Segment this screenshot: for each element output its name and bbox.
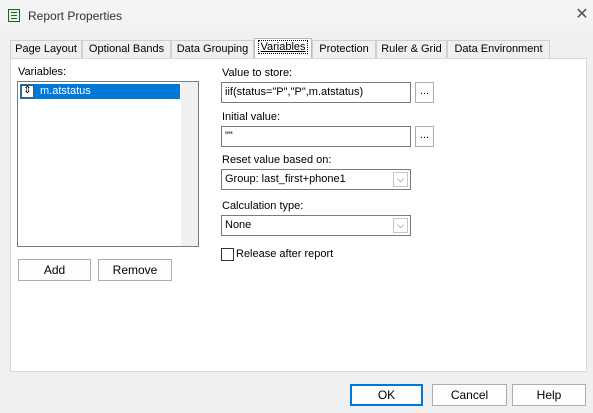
tab-data-grouping[interactable]: Data Grouping: [171, 40, 254, 58]
variables-label: Variables:: [18, 66, 67, 78]
remove-button[interactable]: Remove: [98, 259, 172, 281]
tab-optional-bands[interactable]: Optional Bands: [82, 40, 171, 58]
list-item-label: m.atstatus: [40, 85, 91, 97]
help-button[interactable]: Help: [512, 384, 586, 406]
window-title: Report Properties: [28, 9, 123, 23]
tab-variables[interactable]: Variables: [254, 38, 312, 58]
tab-variables-label: Variables: [258, 40, 308, 54]
initial-value-label: Initial value:: [222, 111, 281, 123]
release-after-report-checkbox[interactable]: [221, 248, 234, 261]
list-scrollbar[interactable]: [181, 82, 198, 246]
tab-ruler-grid[interactable]: Ruler & Grid: [376, 40, 447, 58]
reset-value-select[interactable]: Group: last_first+phone1 ⌵: [221, 169, 411, 190]
list-item[interactable]: ⇕ m.atstatus: [20, 84, 180, 99]
value-to-store-builder-button[interactable]: ...: [415, 82, 434, 103]
cancel-button[interactable]: Cancel: [432, 384, 507, 406]
tab-protection[interactable]: Protection: [312, 40, 376, 58]
title-bar: Report Properties ✕: [0, 0, 593, 31]
close-icon[interactable]: ✕: [572, 5, 592, 25]
chevron-down-icon[interactable]: ⌵: [393, 218, 408, 233]
mover-icon[interactable]: ⇕: [21, 85, 34, 98]
tab-page-layout[interactable]: Page Layout: [10, 40, 82, 58]
value-to-store-label: Value to store:: [222, 67, 293, 79]
calculation-type-select[interactable]: None ⌵: [221, 215, 411, 236]
variables-list[interactable]: ⇕ m.atstatus: [17, 81, 199, 247]
ok-button[interactable]: OK: [350, 384, 423, 406]
chevron-down-icon[interactable]: ⌵: [393, 172, 408, 187]
calculation-type-selected: None: [225, 219, 252, 231]
value-to-store-input[interactable]: iif(status="P","P",m.atstatus): [221, 82, 411, 103]
reset-value-selected: Group: last_first+phone1: [225, 173, 346, 185]
calculation-type-label: Calculation type:: [222, 200, 304, 212]
initial-value-builder-button[interactable]: ...: [415, 126, 434, 147]
reset-value-label: Reset value based on:: [222, 154, 332, 166]
initial-value-input[interactable]: "": [221, 126, 411, 147]
report-app-icon: [8, 9, 20, 22]
release-after-report-label: Release after report: [236, 248, 334, 260]
add-button[interactable]: Add: [18, 259, 91, 281]
tab-data-environment[interactable]: Data Environment: [447, 40, 550, 58]
